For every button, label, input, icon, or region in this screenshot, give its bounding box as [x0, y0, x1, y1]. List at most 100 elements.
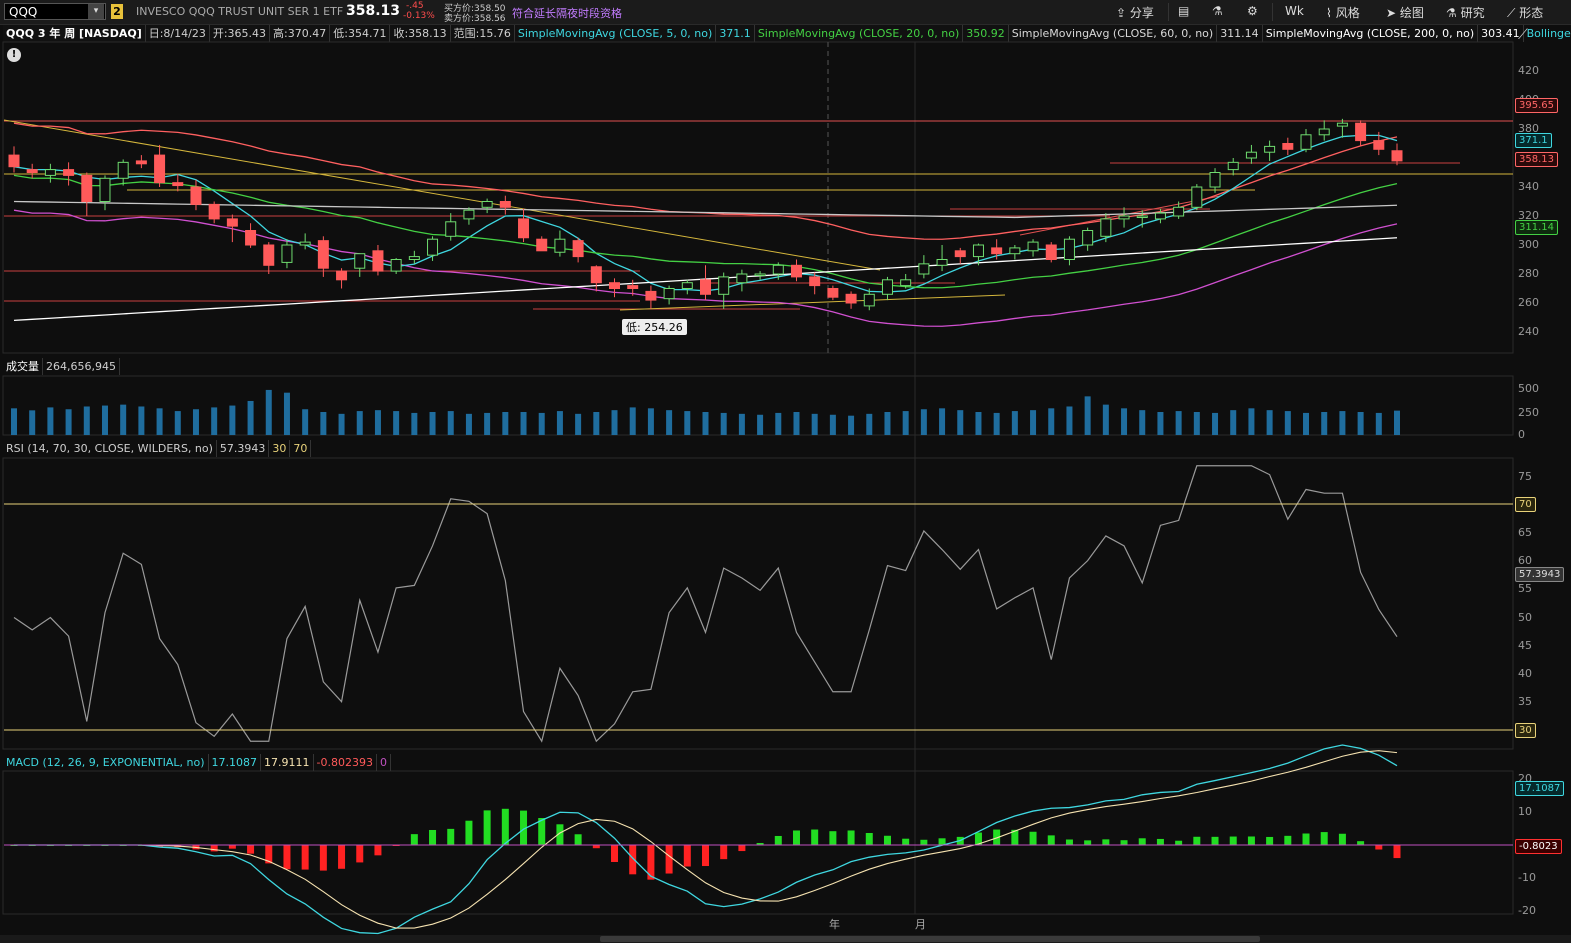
volume-bar	[229, 405, 236, 435]
macd-lines	[10, 744, 1401, 935]
volume-bar	[65, 409, 72, 435]
volume-bar	[1321, 412, 1328, 435]
candle-body	[44, 169, 56, 176]
price-tick: 300	[1518, 238, 1539, 251]
volume-bar	[520, 412, 527, 435]
macd-histogram-bar	[1211, 836, 1219, 845]
macd-histogram-bar	[247, 845, 255, 854]
candle-body	[1027, 241, 1039, 252]
candle-body	[1009, 247, 1021, 255]
macd-histogram-bar	[1175, 840, 1183, 845]
candle-body	[809, 276, 821, 287]
volume-bar	[502, 412, 509, 435]
candle-body	[226, 218, 238, 227]
volume-bar	[1175, 411, 1182, 435]
volume-bar	[247, 400, 254, 435]
rsi-tick: 55	[1518, 582, 1532, 596]
macd-histogram-bar	[847, 830, 855, 845]
volume-bar	[775, 412, 782, 435]
volume-bar	[1394, 410, 1400, 435]
rsi-pane	[2, 457, 1514, 750]
volume-bar	[1102, 404, 1109, 435]
volume-value: 264,656,945	[43, 358, 120, 375]
candle-body	[1063, 238, 1075, 260]
candle-body	[117, 161, 129, 179]
candle-body	[1154, 212, 1166, 220]
macd-avg-value: 17.9111	[261, 754, 314, 771]
rsi-70-tag: 70	[1515, 497, 1536, 512]
rsi-tick: 40	[1518, 666, 1532, 680]
rsi-tick: 50	[1518, 610, 1532, 624]
candle-body	[772, 264, 784, 275]
volume-bar	[611, 410, 618, 435]
macd-histogram-bar	[865, 833, 873, 845]
trend-line[interactable]	[3, 119, 881, 271]
candle-body	[1245, 151, 1257, 159]
candle-body	[154, 154, 166, 184]
rsi-label[interactable]: RSI (14, 70, 30, CLOSE, WILDERS, no)	[3, 440, 217, 457]
candle-body	[1318, 128, 1330, 136]
volume-bar	[848, 415, 855, 435]
macd-header: MACD (12, 26, 9, EXPONENTIAL, no) 17.1087…	[3, 754, 391, 771]
volume-bar	[138, 406, 145, 435]
volume-bar	[720, 412, 727, 435]
scrollbar-thumb[interactable]	[600, 936, 1260, 942]
macd-histogram-bar	[1102, 839, 1110, 845]
candle-body	[1045, 244, 1057, 260]
price-tick: 340	[1518, 180, 1539, 193]
volume-bar	[302, 409, 309, 435]
volume-bar	[156, 408, 163, 435]
volume-bar	[1357, 412, 1364, 435]
volume-bar	[957, 410, 964, 435]
price-tick: 280	[1518, 267, 1539, 280]
candle-body	[1173, 206, 1185, 217]
macd-histogram-bar	[665, 845, 673, 874]
rsi-tick: 75	[1518, 470, 1532, 483]
chart-canvas[interactable]	[0, 0, 1571, 943]
macd-histogram-bar	[1120, 840, 1128, 845]
candle-body	[991, 247, 1003, 255]
volume-label: 成交量	[3, 358, 43, 375]
time-label-month: 月	[915, 918, 926, 931]
volume-bar	[684, 411, 691, 435]
volume-bar	[738, 413, 745, 435]
time-label-year: 年	[829, 918, 840, 931]
macd-histogram-bar	[319, 845, 327, 871]
candle-body	[427, 238, 439, 256]
volume-bar	[320, 412, 327, 435]
candle-body	[245, 230, 257, 246]
volume-bar	[211, 407, 218, 435]
candle-body	[1282, 143, 1294, 150]
candle-body	[445, 221, 457, 237]
volume-bar	[192, 409, 199, 435]
macd-label[interactable]: MACD (12, 26, 9, EXPONENTIAL, no)	[3, 754, 209, 771]
price-tick: 420	[1518, 64, 1539, 77]
candle-body	[554, 238, 566, 253]
macd-histogram-bar	[1375, 845, 1383, 850]
volume-bar	[374, 410, 381, 435]
volume-bar	[83, 406, 90, 435]
macd-histogram-bar	[683, 845, 691, 867]
candle-body	[1082, 230, 1094, 246]
volume-bar	[793, 412, 800, 435]
volume-bar	[920, 409, 927, 435]
volume-bar	[101, 405, 108, 435]
volume-bar	[1030, 410, 1037, 435]
volume-header: 成交量 264,656,945	[3, 358, 120, 375]
candle-body	[408, 256, 420, 261]
macd-histogram-bar	[738, 845, 746, 852]
candle-body	[972, 244, 984, 258]
rsi-tick: 65	[1518, 526, 1532, 540]
candle-body	[354, 253, 366, 269]
low-callout: 低: 254.26	[622, 319, 687, 335]
candle-body	[190, 186, 202, 205]
price-tick: 240	[1518, 325, 1539, 338]
candle-body	[8, 154, 20, 168]
macd-histogram-bar	[1229, 836, 1237, 845]
rsi-value: 57.3943	[217, 440, 270, 457]
candle-body	[336, 270, 348, 281]
candle-body	[572, 240, 584, 258]
volume-bar	[1157, 412, 1164, 435]
rsi-tick: 45	[1518, 638, 1532, 652]
volume-bar	[575, 413, 582, 435]
